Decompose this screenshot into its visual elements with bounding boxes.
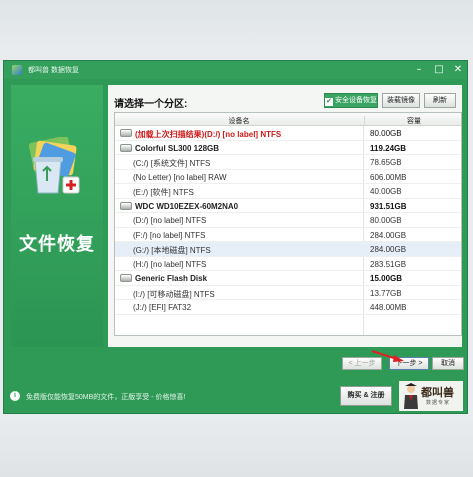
partition-row[interactable]: (I:/) [可移动磁盘] NTFS 13.77GB — [115, 286, 461, 300]
disk-row[interactable]: Generic Flash Disk 15.00GB — [115, 271, 461, 286]
row-capacity: 284.00GB — [370, 245, 407, 254]
row-capacity: 80.00GB — [370, 216, 402, 225]
row-device-name: Colorful SL300 128GB — [135, 143, 220, 153]
row-device-name: WDC WD10EZEX-60M2NA0 — [135, 201, 239, 211]
row-capacity: 40.00GB — [370, 187, 402, 196]
bottom-bar: i 免费版仅能恢复50MB的文件，正版享受 - 价格惊喜! 购买 & 注册 都叫… — [4, 379, 467, 413]
app-name: 文件恢复 — [19, 234, 95, 254]
column-device-name[interactable]: 设备名 — [115, 116, 363, 126]
brand-subtitle: 数据专家 — [426, 400, 451, 406]
row-device-name: (D:/) [no label] NTFS — [133, 216, 207, 225]
row-capacity: 13.77GB — [370, 288, 402, 298]
title-bar[interactable]: 都叫兽 数据恢复 – □ ✕ — [4, 61, 467, 79]
close-button[interactable]: ✕ — [451, 63, 465, 76]
brand-name: 都叫兽 — [421, 386, 454, 399]
column-capacity[interactable]: 容量 — [364, 116, 461, 126]
recycle-bin-icon — [28, 137, 80, 194]
row-capacity: 283.51GB — [370, 259, 407, 269]
maximize-button[interactable]: □ — [432, 63, 446, 76]
minimize-button[interactable]: – — [412, 63, 426, 76]
row-device-name: (G:/) [本地磁盘] NTFS — [133, 246, 211, 255]
red-arrow-annotation — [371, 350, 404, 362]
row-device-name: (E:/) [软件] NTFS — [133, 188, 194, 197]
safe-recovery-button[interactable]: ✔ 安全设备恢复 — [324, 93, 378, 108]
sidebar: 文件恢复 — [11, 85, 103, 347]
row-device-name: (F:/) [no label] NTFS — [133, 230, 206, 240]
row-capacity: 448.00MB — [370, 303, 407, 312]
partition-row[interactable]: (No Letter) [no label] RAW 606.00MB — [115, 170, 461, 184]
partition-row[interactable]: (F:/) [no label] NTFS 284.00GB — [115, 228, 461, 242]
partition-row[interactable]: (G:/) [本地磁盘] NTFS 284.00GB — [115, 242, 461, 257]
desktop-top-background — [0, 0, 473, 52]
row-capacity: 931.51GB — [370, 201, 407, 211]
partition-row[interactable]: (C:/) [系统文件] NTFS 78.65GB — [115, 155, 461, 170]
info-icon: i — [10, 391, 20, 401]
trial-notice: 免费版仅能恢复50MB的文件，正版享受 - 价格惊喜! — [26, 394, 186, 401]
mascot-icon — [404, 383, 418, 409]
row-device-name: (加载上次扫描结果)(D:/) [no label] NTFS — [135, 130, 282, 139]
hard-drive-icon — [120, 143, 132, 152]
refresh-button[interactable]: 刷新 — [424, 93, 456, 108]
row-device-name: (J:/) [EFI] FAT32 — [133, 303, 192, 312]
row-device-name: (I:/) [可移动磁盘] NTFS — [133, 289, 215, 299]
row-capacity: 284.00GB — [370, 230, 407, 240]
table-header: 设备名 容量 — [115, 113, 461, 126]
row-device-name: (No Letter) [no label] RAW — [133, 172, 227, 182]
partition-row[interactable]: (J:/) [EFI] FAT32 448.00MB — [115, 300, 461, 315]
partition-panel: 请选择一个分区: ✔ 安全设备恢复 装载镜像 刷新 设备名 容量 (加载上次扫描结… — [108, 85, 462, 347]
row-device-name: (C:/) [系统文件] NTFS — [133, 159, 211, 168]
brand-logo: 都叫兽 数据专家 — [399, 381, 463, 411]
check-icon: ✔ — [325, 98, 333, 106]
partition-row[interactable]: (H:/) [no label] NTFS 283.51GB — [115, 257, 461, 271]
partition-row[interactable]: (加载上次扫描结果)(D:/) [no label] NTFS 80.00GB — [115, 126, 461, 141]
data-recovery-window: 都叫兽 数据恢复 – □ ✕ 文件恢复 请选择一个分区: ✔ 安全设备恢复 装载镜… — [3, 60, 468, 414]
row-capacity: 119.24GB — [370, 143, 407, 153]
row-capacity: 80.00GB — [370, 129, 402, 138]
row-capacity: 606.00MB — [370, 172, 407, 182]
row-device-name: Generic Flash Disk — [135, 274, 208, 283]
panel-title: 请选择一个分区: — [114, 99, 188, 110]
partition-row[interactable]: (E:/) [软件] NTFS 40.00GB — [115, 184, 461, 199]
desktop-bottom-background — [0, 415, 473, 477]
hard-drive-icon — [120, 274, 132, 282]
disk-row[interactable]: Colorful SL300 128GB 119.24GB — [115, 141, 461, 155]
disk-row[interactable]: WDC WD10EZEX-60M2NA0 931.51GB — [115, 199, 461, 213]
safe-recovery-label: 安全设备恢复 — [335, 97, 377, 104]
partition-row[interactable]: (D:/) [no label] NTFS 80.00GB — [115, 213, 461, 228]
hard-drive-icon — [120, 129, 132, 137]
window-title: 都叫兽 数据恢复 — [28, 67, 79, 74]
partition-table: 设备名 容量 (加载上次扫描结果)(D:/) [no label] NTFS 80… — [114, 112, 462, 336]
row-capacity: 78.65GB — [370, 158, 402, 167]
row-capacity: 15.00GB — [370, 274, 403, 283]
app-logo-icon — [12, 65, 22, 75]
row-device-name: (H:/) [no label] NTFS — [133, 259, 207, 269]
buy-register-button[interactable]: 购买 & 注册 — [340, 386, 392, 406]
mount-image-button[interactable]: 装载镜像 — [382, 93, 420, 108]
hard-drive-icon — [120, 201, 132, 210]
cancel-button[interactable]: 取消 — [432, 357, 464, 370]
